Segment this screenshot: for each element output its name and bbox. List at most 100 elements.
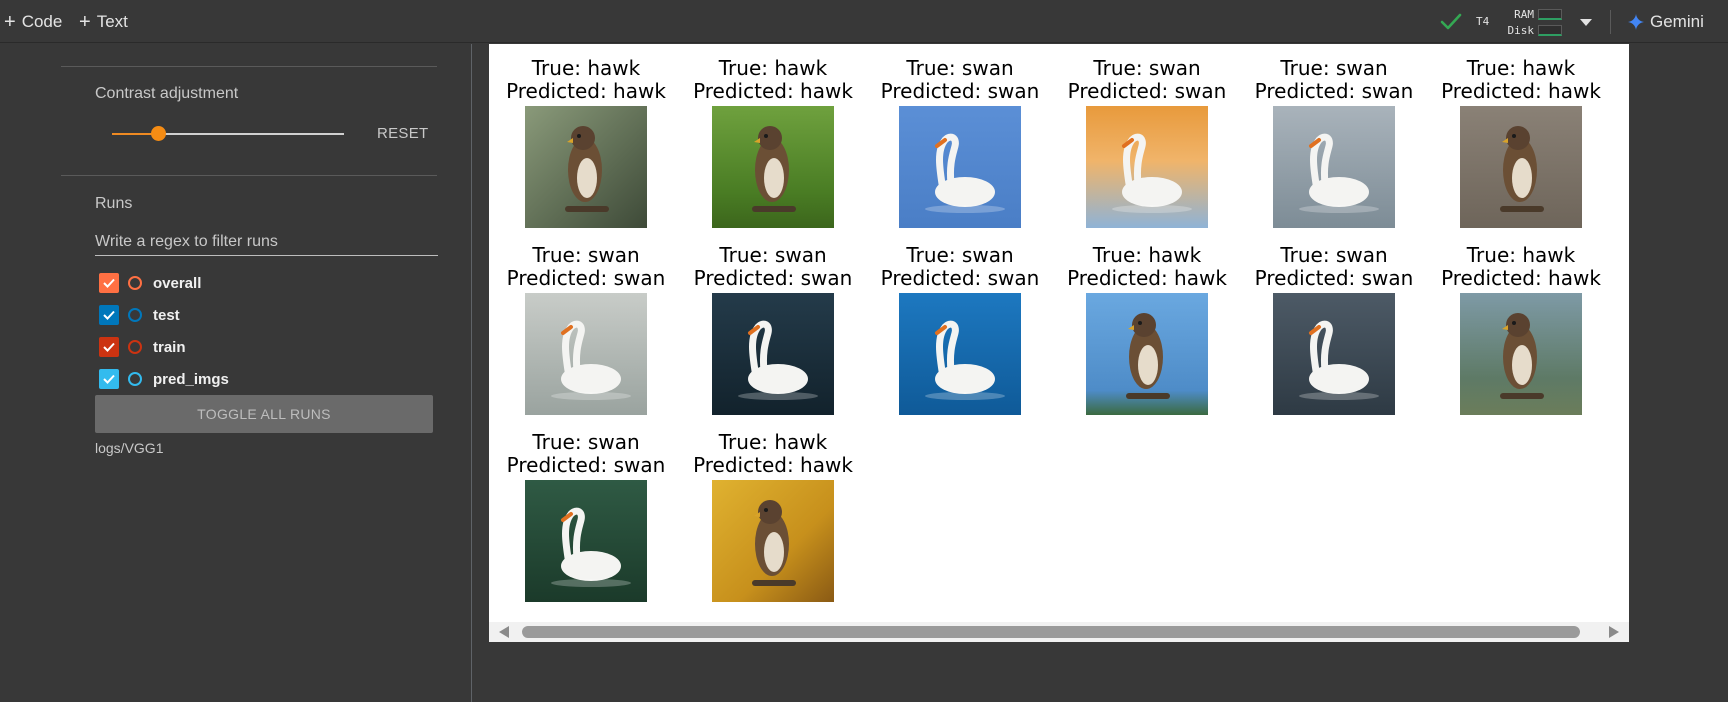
predicted-label-caption: Predicted: hawk	[1441, 79, 1601, 103]
hawk-photo	[1460, 106, 1582, 228]
predicted-label-caption: Predicted: swan	[506, 266, 666, 290]
add-text-cell-button[interactable]: + Text	[79, 0, 128, 43]
true-label-caption: True: hawk	[1092, 243, 1202, 267]
predicted-label-caption: Predicted: swan	[506, 453, 666, 477]
hawk-shape-icon	[565, 126, 609, 212]
section-divider	[61, 66, 437, 67]
prediction-images-panel: True: hawk Predicted: hawk True: hawk Predi…	[489, 44, 1629, 642]
run-checkbox[interactable]	[99, 305, 119, 325]
prediction-card: True: hawk Predicted: hawk	[1427, 244, 1615, 415]
plus-icon: +	[4, 10, 16, 33]
gpu-type-label[interactable]: T4	[1476, 15, 1489, 28]
gemini-label: Gemini	[1650, 11, 1704, 31]
predicted-label-caption: Predicted: swan	[693, 266, 853, 290]
true-label-caption: True: swan	[906, 56, 1014, 80]
section-divider	[61, 175, 437, 176]
run-checkbox[interactable]	[99, 369, 119, 389]
run-color-circle-icon[interactable]	[128, 276, 142, 290]
true-label-caption: True: swan	[532, 430, 640, 454]
run-color-circle-icon[interactable]	[128, 340, 142, 354]
swan-shape-icon	[925, 320, 1005, 400]
scrollbar-thumb[interactable]	[522, 626, 1580, 638]
ram-usage-bar	[1538, 8, 1562, 20]
true-label-caption: True: swan	[906, 243, 1014, 267]
prediction-card: True: swan Predicted: swan	[866, 244, 1054, 415]
run-filter-input[interactable]	[95, 228, 438, 256]
swan-photo	[899, 293, 1021, 415]
predicted-label-caption: Predicted: hawk	[693, 79, 853, 103]
disk-usage-bar	[1538, 24, 1562, 36]
predicted-label-caption: Predicted: hawk	[506, 79, 666, 103]
true-label-caption: True: swan	[532, 243, 640, 267]
run-name-label: train	[153, 338, 186, 356]
swan-photo	[1273, 106, 1395, 228]
true-label-caption: True: swan	[719, 243, 827, 267]
hawk-shape-icon	[1126, 313, 1170, 399]
hawk-shape-icon	[752, 126, 796, 212]
run-name-label: overall	[153, 274, 202, 292]
runs-label: Runs	[95, 195, 133, 212]
hawk-photo	[525, 106, 647, 228]
true-label-caption: True: hawk	[531, 56, 641, 80]
run-color-circle-icon[interactable]	[128, 308, 142, 322]
run-item-pred_imgs[interactable]: pred_imgs	[99, 368, 229, 390]
toolbar-divider	[1610, 10, 1611, 34]
checkmark-icon	[103, 342, 115, 352]
prediction-card: True: hawk Predicted: hawk	[492, 57, 680, 228]
predicted-label-caption: Predicted: swan	[1254, 266, 1414, 290]
toggle-all-runs-button[interactable]: TOGGLE ALL RUNS	[95, 395, 433, 433]
log-directory-label: logs/VGG1	[95, 440, 164, 456]
ram-label: RAM	[1514, 7, 1534, 21]
run-name-label: test	[153, 306, 180, 324]
disk-label: Disk	[1507, 23, 1535, 37]
run-item-test[interactable]: test	[99, 304, 180, 326]
true-label-caption: True: swan	[1280, 56, 1388, 80]
hawk-photo	[712, 106, 834, 228]
run-checkbox[interactable]	[99, 337, 119, 357]
checkmark-icon	[103, 310, 115, 320]
run-name-label: pred_imgs	[153, 370, 229, 388]
predicted-label-caption: Predicted: swan	[1067, 79, 1227, 103]
horizontal-scrollbar[interactable]	[489, 622, 1629, 642]
swan-photo	[1086, 106, 1208, 228]
tensorboard-sidebar	[0, 44, 471, 702]
scroll-left-arrow-icon[interactable]	[499, 626, 509, 638]
connected-check-icon[interactable]	[1439, 11, 1463, 33]
add-code-label: Code	[21, 11, 63, 31]
true-label-caption: True: hawk	[1466, 56, 1576, 80]
gemini-button[interactable]: Gemini	[1628, 0, 1704, 43]
scroll-right-arrow-icon[interactable]	[1609, 626, 1619, 638]
prediction-card: True: swan Predicted: swan	[866, 57, 1054, 228]
hawk-photo	[1460, 293, 1582, 415]
swan-shape-icon	[1299, 133, 1379, 213]
checkmark-icon	[103, 278, 115, 288]
true-label-caption: True: hawk	[718, 56, 828, 80]
plus-icon: +	[79, 10, 91, 33]
run-item-train[interactable]: train	[99, 336, 186, 358]
resource-monitor[interactable]: RAM Disk	[1502, 6, 1562, 38]
swan-shape-icon	[1299, 320, 1379, 400]
hawk-photo	[712, 480, 834, 602]
run-item-overall[interactable]: overall	[99, 272, 201, 294]
swan-photo	[712, 293, 834, 415]
prediction-card: True: swan Predicted: swan	[679, 244, 867, 415]
true-label-caption: True: hawk	[1466, 243, 1576, 267]
add-code-cell-button[interactable]: + Code	[4, 0, 62, 43]
hawk-shape-icon	[1500, 126, 1544, 212]
prediction-card: True: swan Predicted: swan	[492, 244, 680, 415]
gemini-sparkle-icon	[1628, 13, 1644, 30]
checkmark-icon	[103, 374, 115, 384]
swan-shape-icon	[738, 320, 818, 400]
prediction-card: True: hawk Predicted: hawk	[1427, 57, 1615, 228]
swan-shape-icon	[925, 133, 1005, 213]
run-checkbox[interactable]	[99, 273, 119, 293]
hawk-shape-icon	[752, 500, 796, 586]
reset-contrast-button[interactable]: RESET	[377, 125, 429, 142]
swan-photo	[525, 293, 647, 415]
predicted-label-caption: Predicted: swan	[1254, 79, 1414, 103]
true-label-caption: True: swan	[1280, 243, 1388, 267]
run-color-circle-icon[interactable]	[128, 372, 142, 386]
predicted-label-caption: Predicted: hawk	[1441, 266, 1601, 290]
chevron-down-icon[interactable]	[1577, 12, 1595, 32]
swan-shape-icon	[551, 320, 631, 400]
